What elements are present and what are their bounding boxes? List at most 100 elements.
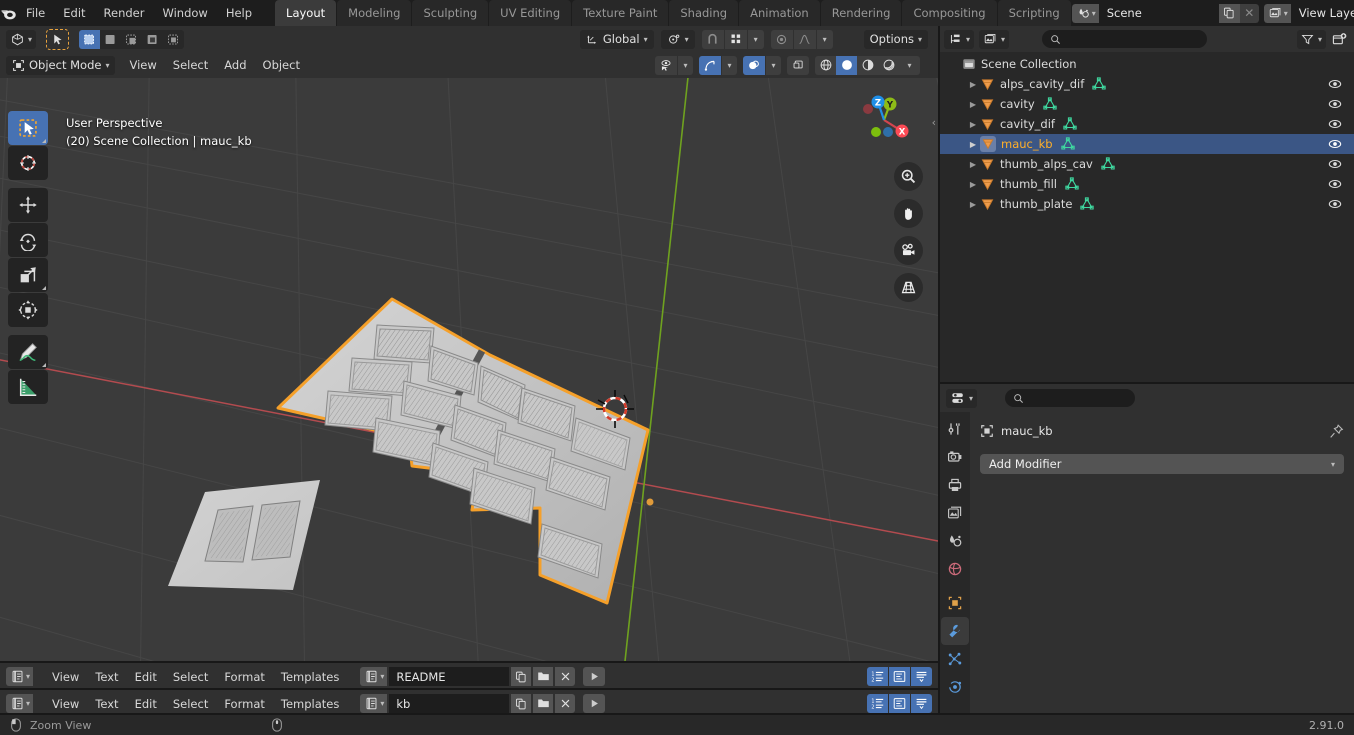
text-menu-view[interactable]: View — [45, 694, 86, 714]
outliner-item-thumb-plate[interactable]: ▶ thumb_plate — [940, 194, 1354, 214]
outliner-item-thumb-fill[interactable]: ▶ thumb_fill — [940, 174, 1354, 194]
transform-orientation-dropdown[interactable]: Global ▾ — [579, 29, 654, 49]
shading-wireframe-icon[interactable] — [815, 56, 836, 75]
text-menu-select[interactable]: Select — [166, 694, 215, 714]
expand-arrow-icon[interactable]: ▶ — [966, 140, 980, 149]
overlays-icon[interactable] — [743, 55, 765, 75]
filter-id-icon[interactable]: ▾ — [979, 29, 1010, 49]
tool-tab[interactable] — [941, 415, 969, 443]
scale-tool[interactable] — [8, 258, 48, 292]
properties-search-input[interactable] — [1005, 389, 1136, 407]
menu-file[interactable]: File — [17, 3, 54, 23]
view-layer-tab[interactable] — [941, 499, 969, 527]
area-separator-horizontal-left[interactable] — [0, 661, 938, 663]
physics-tab[interactable] — [941, 673, 969, 701]
visibility-eye-icon[interactable] — [1328, 97, 1342, 111]
expand-arrow-icon[interactable]: ▶ — [966, 200, 980, 209]
new-text-icon[interactable] — [511, 667, 532, 686]
scene-tab[interactable] — [941, 527, 969, 555]
tab-layout[interactable]: Layout — [275, 0, 337, 26]
scene-selector[interactable]: ▾ Scene ✕ — [1071, 3, 1259, 23]
text-menu-format[interactable]: Format — [217, 694, 272, 714]
particles-tab[interactable] — [941, 645, 969, 673]
text-menu-edit[interactable]: Edit — [128, 694, 164, 714]
proportional-editing-icon[interactable] — [770, 29, 793, 49]
outliner-item-mauc-kb[interactable]: ▶ mauc_kb — [940, 134, 1354, 154]
viewport-menu-select[interactable]: Select — [165, 55, 216, 75]
pivot-point-dropdown[interactable]: ▾ — [660, 29, 695, 49]
outliner-item-thumb-alps-cav[interactable]: ▶ thumb_alps_cav — [940, 154, 1354, 174]
tab-scripting[interactable]: Scripting — [997, 0, 1071, 26]
visibility-eye-icon[interactable] — [1328, 137, 1342, 151]
expand-arrow-icon[interactable]: ▶ — [966, 160, 980, 169]
viewport-options-dropdown[interactable]: Options ▾ — [863, 29, 928, 49]
new-text-icon[interactable] — [511, 694, 532, 713]
area-separator-horizontal-right[interactable] — [940, 382, 1354, 384]
expand-arrow-icon[interactable]: ▶ — [966, 100, 980, 109]
select-mode-group[interactable] — [79, 29, 185, 49]
open-folder-icon[interactable] — [533, 667, 554, 686]
add-modifier-button[interactable]: Add Modifier ▾ — [980, 454, 1344, 474]
text-menu-edit[interactable]: Edit — [128, 667, 164, 687]
open-folder-icon[interactable] — [533, 694, 554, 713]
text-datablock-icon[interactable]: ▾ — [360, 694, 388, 713]
unlink-x-icon[interactable] — [555, 694, 576, 713]
tab-uv-editing[interactable]: UV Editing — [489, 0, 572, 26]
snap-to-dropdown[interactable] — [724, 29, 747, 49]
editor-type-text-icon[interactable]: ▾ — [6, 694, 34, 713]
text-menu-templates[interactable]: Templates — [274, 667, 346, 687]
visibility-eye-icon[interactable] — [1328, 177, 1342, 191]
funnel-filter-icon[interactable]: ▾ — [1296, 29, 1326, 49]
cursor-tool[interactable] — [8, 146, 48, 180]
falloff-chevron-icon[interactable]: ▾ — [816, 29, 833, 49]
tab-texture-paint[interactable]: Texture Paint — [572, 0, 669, 26]
zoom-view-button[interactable] — [894, 162, 923, 191]
word-wrap-icon[interactable] — [889, 694, 910, 713]
text-menu-select[interactable]: Select — [166, 667, 215, 687]
camera-view-button[interactable] — [894, 236, 923, 265]
new-scene-button[interactable] — [1218, 3, 1240, 23]
outliner-display-mode-icon[interactable]: ▾ — [944, 29, 975, 49]
text-menu-format[interactable]: Format — [217, 667, 272, 687]
visibility-eye-icon[interactable] — [1328, 197, 1342, 211]
outliner-item-cavity-dif[interactable]: ▶ cavity_dif — [940, 114, 1354, 134]
viewport-menu-object[interactable]: Object — [255, 55, 308, 75]
outliner-search-input[interactable] — [1042, 30, 1208, 48]
unlink-x-icon[interactable] — [555, 667, 576, 686]
snap-magnet-icon[interactable] — [701, 29, 724, 49]
toggle-perspective-button[interactable] — [894, 273, 923, 302]
gizmo-icon[interactable] — [699, 55, 721, 75]
tab-sculpting[interactable]: Sculpting — [412, 0, 489, 26]
viewport-canvas[interactable]: User Perspective (20) Scene Collection |… — [0, 78, 938, 663]
modifier-tab[interactable] — [941, 617, 969, 645]
scene-icon[interactable]: ▾ — [1071, 3, 1099, 23]
menu-window[interactable]: Window — [153, 3, 216, 23]
shading-chevron-icon[interactable]: ▾ — [899, 56, 920, 75]
render-tab[interactable] — [941, 443, 969, 471]
viewport-menu-add[interactable]: Add — [216, 55, 254, 75]
shading-material-preview-icon[interactable] — [857, 56, 878, 75]
syntax-highlight-icon[interactable] — [911, 694, 932, 713]
text-menu-view[interactable]: View — [45, 667, 86, 687]
expand-arrow-icon[interactable]: ▶ — [966, 80, 980, 89]
annotate-tool[interactable] — [8, 335, 48, 369]
area-separator-text-editors[interactable] — [0, 688, 938, 690]
gizmo-chevron-icon[interactable]: ▾ — [722, 55, 737, 75]
menu-edit[interactable]: Edit — [54, 3, 94, 23]
syntax-highlight-icon[interactable] — [911, 667, 932, 686]
active-tool-indicator[interactable] — [46, 28, 70, 50]
visibility-eye-icon[interactable] — [1328, 157, 1342, 171]
text-menu-text[interactable]: Text — [88, 667, 125, 687]
outliner-scene-collection-row[interactable]: Scene Collection — [940, 54, 1354, 74]
move-view-button[interactable] — [894, 199, 923, 228]
menu-render[interactable]: Render — [95, 3, 154, 23]
run-script-icon[interactable] — [583, 694, 606, 713]
editor-type-text-icon[interactable]: ▾ — [6, 667, 34, 686]
outliner-item-cavity[interactable]: ▶ cavity — [940, 94, 1354, 114]
text-menu-templates[interactable]: Templates — [274, 694, 346, 714]
rotate-tool[interactable] — [8, 223, 48, 257]
line-numbers-icon[interactable]: 12 — [867, 667, 888, 686]
properties-editor-icon[interactable]: ▾ — [946, 388, 978, 408]
viewport-menu-view[interactable]: View — [121, 55, 164, 75]
text-datablock-icon[interactable]: ▾ — [360, 667, 388, 686]
